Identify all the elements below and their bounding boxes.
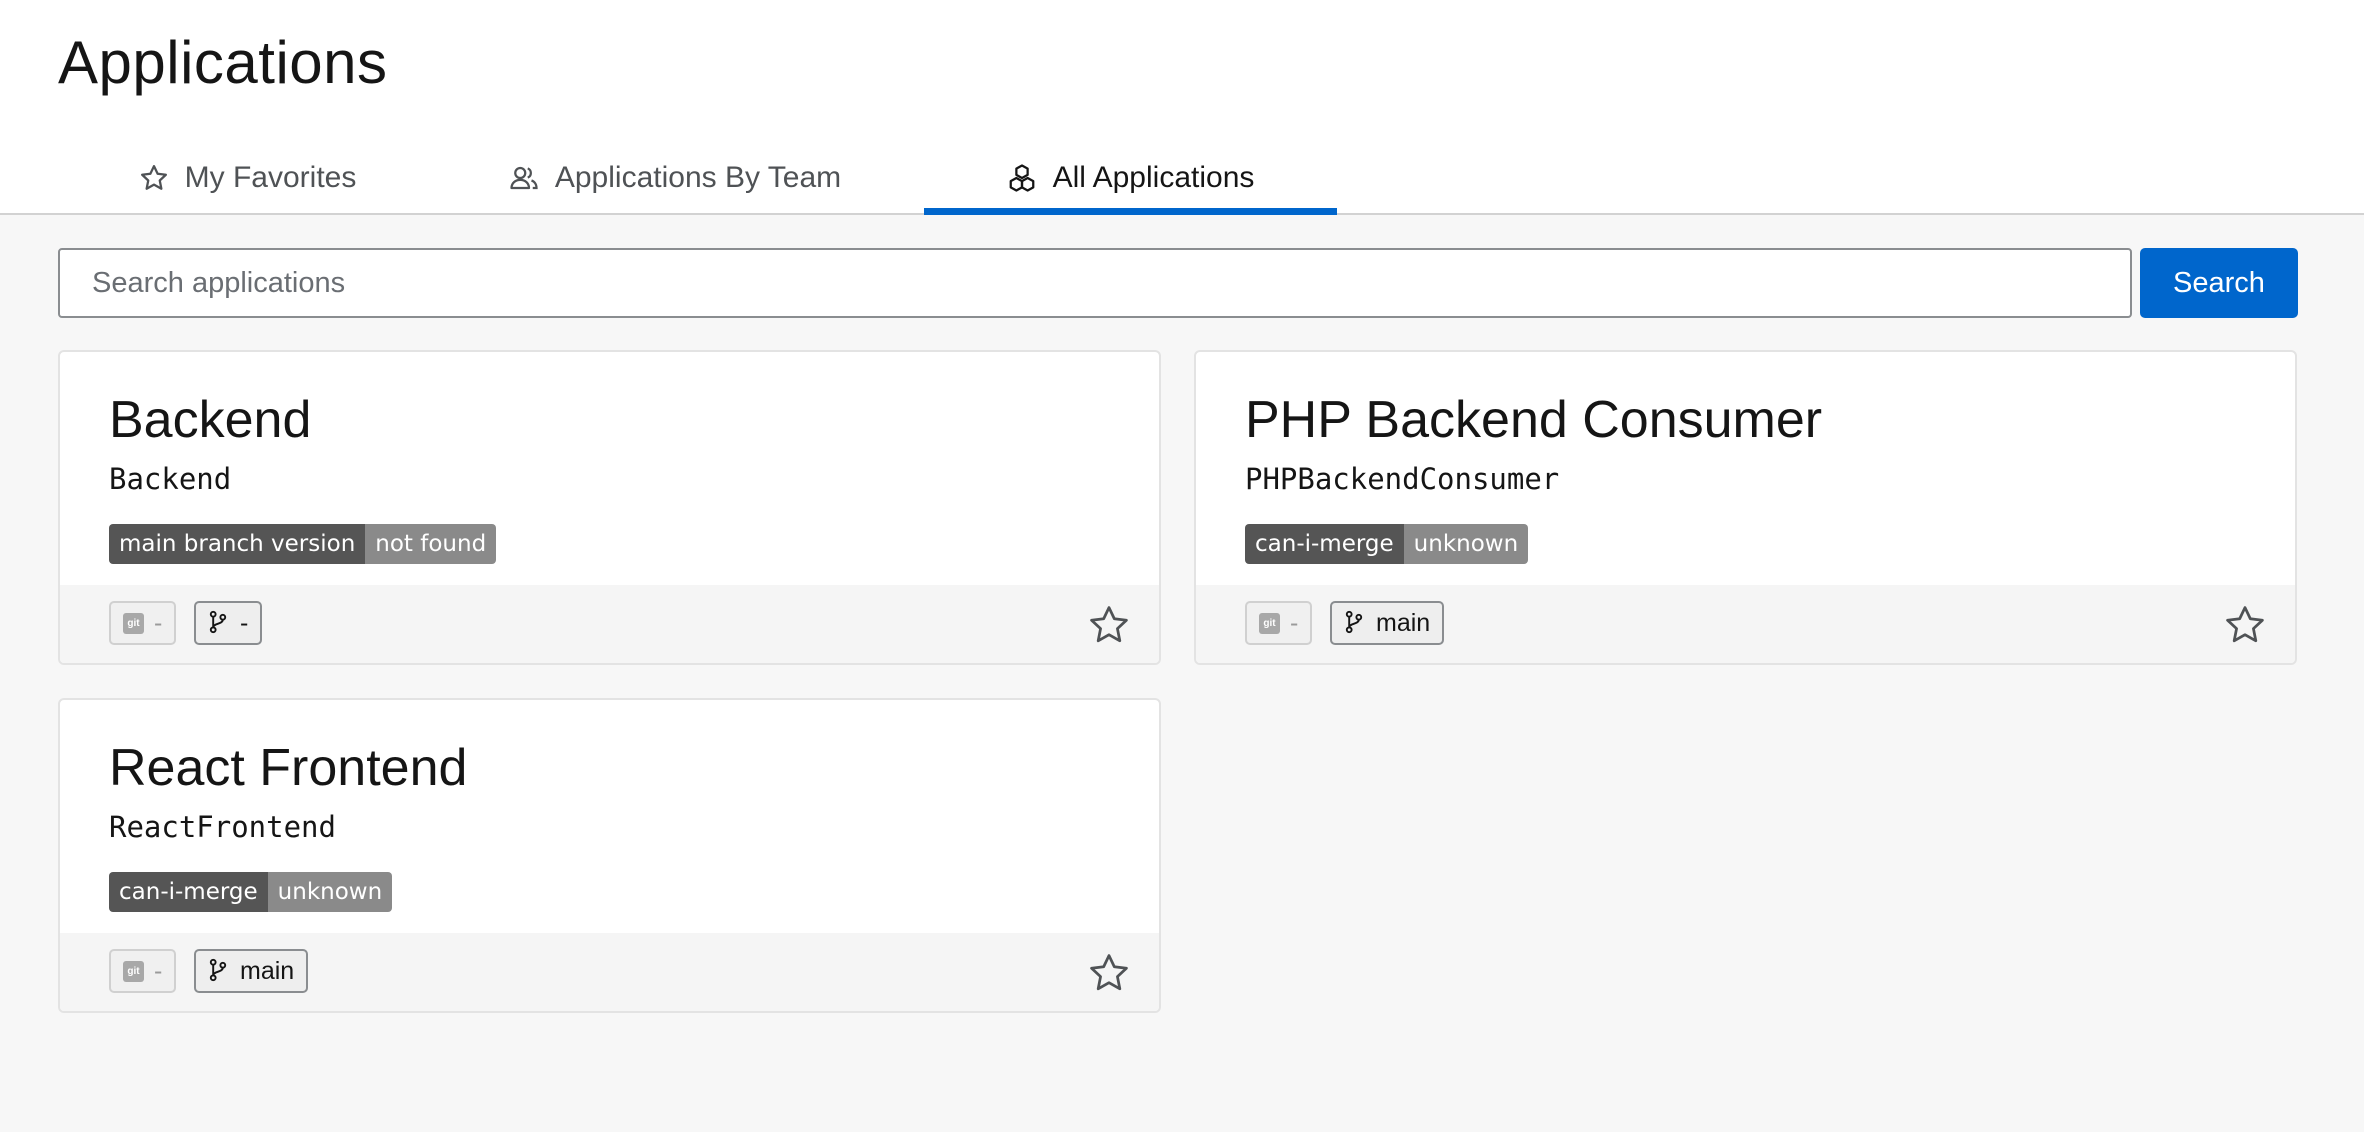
application-card[interactable]: Backend Backend main branch version not … xyxy=(58,350,1161,665)
git-value: - xyxy=(1290,608,1299,637)
favorite-star-icon[interactable] xyxy=(1087,603,1131,647)
tab-all-applications[interactable]: All Applications xyxy=(924,140,1337,215)
tab-bar: My Favorites Applications By Team All Ap… xyxy=(0,140,2364,215)
branch-chip[interactable]: - xyxy=(194,601,263,645)
branch-name: main xyxy=(240,956,295,985)
star-outline-icon xyxy=(139,163,169,193)
git-chip: git - xyxy=(1245,601,1313,645)
application-card[interactable]: PHP Backend Consumer PHPBackendConsumer … xyxy=(1194,350,2297,665)
users-icon xyxy=(509,163,539,193)
tab-label: My Favorites xyxy=(184,160,357,194)
page-title: Applications xyxy=(58,29,388,96)
cubes-icon xyxy=(1007,163,1037,193)
branch-icon xyxy=(208,958,230,984)
git-icon: git xyxy=(1259,612,1280,634)
branch-name: - xyxy=(240,608,249,637)
application-name[interactable]: Backend xyxy=(109,390,311,450)
badge-label: main branch version xyxy=(109,524,366,564)
application-name[interactable]: PHP Backend Consumer xyxy=(1245,390,1822,450)
favorite-star-icon[interactable] xyxy=(1087,951,1131,995)
git-icon: git xyxy=(123,612,144,634)
git-chip: git - xyxy=(109,601,177,645)
application-name[interactable]: React Frontend xyxy=(109,738,467,798)
application-card[interactable]: React Frontend ReactFrontend can-i-merge… xyxy=(58,698,1161,1013)
branch-name: main xyxy=(1376,608,1431,637)
tab-applications-by-team[interactable]: Applications By Team xyxy=(475,140,875,215)
git-chip: git - xyxy=(109,949,177,993)
favorite-star-icon[interactable] xyxy=(2223,603,2267,647)
branch-chip[interactable]: main xyxy=(194,949,309,993)
badge-label: can-i-merge xyxy=(1245,524,1404,564)
badge-value: unknown xyxy=(1403,524,1529,564)
page-header: Applications My Favorites Applications B… xyxy=(0,0,2364,215)
git-icon: git xyxy=(123,960,144,982)
badge-value: not found xyxy=(365,524,497,564)
application-id: Backend xyxy=(109,462,232,496)
tab-label: All Applications xyxy=(1052,160,1255,194)
application-id: ReactFrontend xyxy=(109,810,336,844)
card-footer: git - main xyxy=(1196,585,2295,663)
card-footer: git - main xyxy=(60,933,1159,1011)
search-button[interactable]: Search xyxy=(2140,248,2298,318)
git-value: - xyxy=(154,956,163,985)
badge-value: unknown xyxy=(267,872,393,912)
status-badge: can-i-merge unknown xyxy=(1245,524,1529,564)
application-id: PHPBackendConsumer xyxy=(1245,462,1560,496)
branch-chip[interactable]: main xyxy=(1330,601,1445,645)
card-footer: git - - xyxy=(60,585,1159,663)
branch-icon xyxy=(208,610,230,636)
branch-icon xyxy=(1344,610,1366,636)
badge-label: can-i-merge xyxy=(109,872,268,912)
search-input[interactable] xyxy=(58,248,2132,318)
git-value: - xyxy=(154,608,163,637)
status-badge: main branch version not found xyxy=(109,524,497,564)
tab-label: Applications By Team xyxy=(554,160,842,194)
tab-my-favorites[interactable]: My Favorites xyxy=(100,140,395,215)
status-badge: can-i-merge unknown xyxy=(109,872,393,912)
